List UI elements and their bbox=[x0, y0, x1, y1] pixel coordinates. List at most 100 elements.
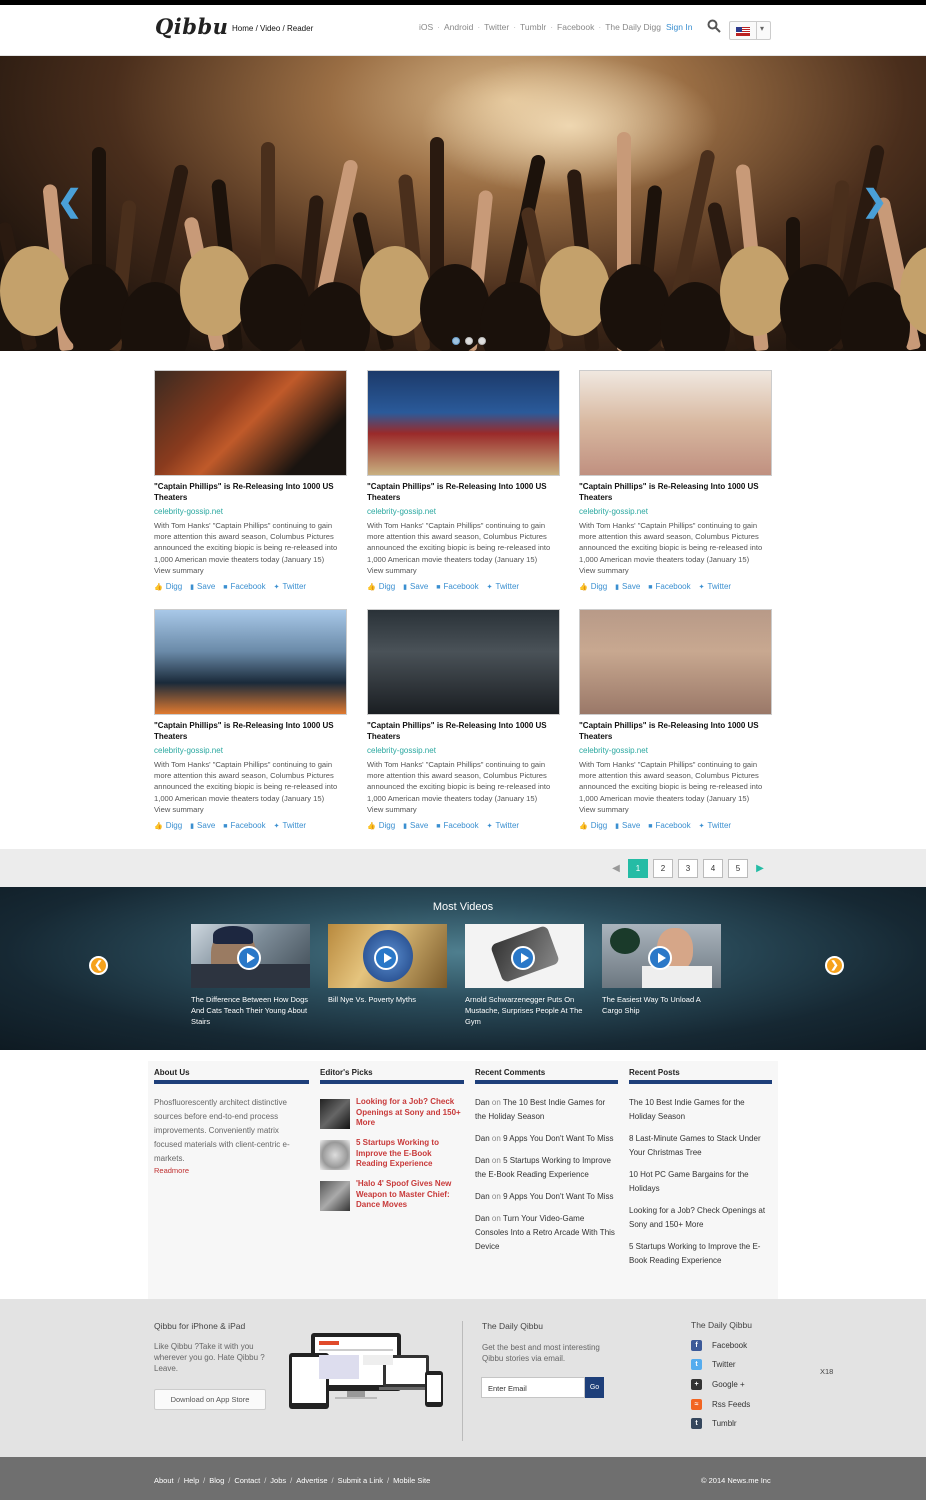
digg-button[interactable]: 👍 Digg bbox=[579, 582, 607, 591]
prev-page-icon[interactable]: ◀ bbox=[609, 863, 623, 874]
view-summary-link[interactable]: View summary bbox=[367, 804, 562, 815]
footer-link[interactable]: Submit a Link bbox=[338, 1476, 383, 1485]
social-tumblr[interactable]: t Tumblr bbox=[691, 1418, 737, 1429]
article-source[interactable]: celebrity-gossip.net bbox=[367, 505, 562, 518]
save-button[interactable]: ▮ Save bbox=[615, 821, 640, 830]
view-summary-link[interactable]: View summary bbox=[154, 565, 349, 576]
digg-button[interactable]: 👍 Digg bbox=[154, 582, 182, 591]
save-button[interactable]: ▮ Save bbox=[403, 821, 428, 830]
recent-post[interactable]: 8 Last-Minute Games to Stack Under Your … bbox=[629, 1132, 772, 1160]
facebook-share-button[interactable]: ■ Facebook bbox=[436, 582, 478, 591]
view-summary-link[interactable]: View summary bbox=[579, 565, 774, 576]
nav-tumblr[interactable]: Tumblr bbox=[520, 22, 546, 32]
comment-author[interactable]: Dan bbox=[475, 1192, 490, 1201]
language-selector[interactable]: ▾ bbox=[729, 21, 771, 40]
facebook-share-button[interactable]: ■ Facebook bbox=[648, 821, 690, 830]
nav-facebook[interactable]: Facebook bbox=[557, 22, 594, 32]
email-input[interactable]: Enter Email bbox=[481, 1377, 585, 1398]
page-button[interactable]: 5 bbox=[728, 859, 748, 878]
footer-link[interactable]: Jobs bbox=[270, 1476, 286, 1485]
social-google-plus[interactable]: + Google + bbox=[691, 1379, 745, 1390]
search-icon[interactable] bbox=[707, 19, 721, 33]
nav-android[interactable]: Android bbox=[444, 22, 473, 32]
save-button[interactable]: ▮ Save bbox=[190, 582, 215, 591]
sign-in-link[interactable]: Sign In bbox=[666, 22, 692, 32]
article-thumbnail[interactable] bbox=[367, 370, 560, 476]
save-button[interactable]: ▮ Save bbox=[190, 821, 215, 830]
comment-item[interactable]: Dan on 9 Apps You Don't Want To Miss bbox=[475, 1190, 618, 1204]
hero-slider[interactable] bbox=[0, 56, 926, 351]
article-thumbnail[interactable] bbox=[154, 609, 347, 715]
save-button[interactable]: ▮ Save bbox=[615, 582, 640, 591]
site-logo[interactable]: Qibbu bbox=[155, 14, 228, 39]
comment-author[interactable]: Dan bbox=[475, 1098, 490, 1107]
video-card[interactable]: Arnold Schwarzenegger Puts On Mustache, … bbox=[465, 924, 585, 1027]
article-source[interactable]: celebrity-gossip.net bbox=[579, 744, 774, 757]
footer-link[interactable]: About bbox=[154, 1476, 174, 1485]
facebook-share-button[interactable]: ■ Facebook bbox=[436, 821, 478, 830]
article-thumbnail[interactable] bbox=[579, 370, 772, 476]
article-source[interactable]: celebrity-gossip.net bbox=[579, 505, 774, 518]
digg-button[interactable]: 👍 Digg bbox=[154, 821, 182, 830]
nav-twitter[interactable]: Twitter bbox=[484, 22, 509, 32]
view-summary-link[interactable]: View summary bbox=[154, 804, 349, 815]
recent-post[interactable]: The 10 Best Indie Games for the Holiday … bbox=[629, 1096, 772, 1124]
slider-dot[interactable] bbox=[465, 337, 473, 345]
save-button[interactable]: ▮ Save bbox=[403, 582, 428, 591]
page-button[interactable]: 1 bbox=[628, 859, 648, 878]
twitter-share-button[interactable]: ✦ Twitter bbox=[699, 582, 731, 591]
pick-item[interactable]: 'Halo 4' Spoof Gives New Weapon to Maste… bbox=[320, 1179, 464, 1211]
comment-item[interactable]: Dan on 5 Startups Working to Improve the… bbox=[475, 1154, 618, 1182]
readmore-link[interactable]: Readmore bbox=[154, 1166, 309, 1175]
twitter-share-button[interactable]: ✦ Twitter bbox=[699, 821, 731, 830]
facebook-share-button[interactable]: ■ Facebook bbox=[648, 582, 690, 591]
pick-item[interactable]: 5 Startups Working to Improve the E-Book… bbox=[320, 1138, 464, 1170]
footer-link[interactable]: Advertise bbox=[296, 1476, 327, 1485]
slider-dot[interactable] bbox=[478, 337, 486, 345]
facebook-share-button[interactable]: ■ Facebook bbox=[223, 821, 265, 830]
app-store-button[interactable]: Download on App Store bbox=[154, 1389, 266, 1410]
page-button[interactable]: 4 bbox=[703, 859, 723, 878]
recent-post[interactable]: 10 Hot PC Game Bargains for the Holidays bbox=[629, 1168, 772, 1196]
go-button[interactable]: Go bbox=[585, 1377, 604, 1398]
article-title[interactable]: "Captain Phillips" is Re-Releasing Into … bbox=[367, 481, 562, 503]
digg-button[interactable]: 👍 Digg bbox=[579, 821, 607, 830]
nav-ios[interactable]: iOS bbox=[419, 22, 433, 32]
chevron-left-icon[interactable]: ❮ bbox=[89, 956, 108, 975]
page-button[interactable]: 2 bbox=[653, 859, 673, 878]
comment-author[interactable]: Dan bbox=[475, 1134, 490, 1143]
footer-link[interactable]: Help bbox=[184, 1476, 199, 1485]
comment-item[interactable]: Dan on Turn Your Video-Game Consoles Int… bbox=[475, 1212, 618, 1254]
twitter-share-button[interactable]: ✦ Twitter bbox=[487, 821, 519, 830]
video-card[interactable]: Bill Nye Vs. Poverty Myths bbox=[328, 924, 448, 1005]
chevron-right-icon[interactable]: ❯ bbox=[862, 184, 887, 219]
footer-link[interactable]: Mobile Site bbox=[393, 1476, 430, 1485]
article-source[interactable]: celebrity-gossip.net bbox=[367, 744, 562, 757]
article-source[interactable]: celebrity-gossip.net bbox=[154, 744, 349, 757]
footer-link[interactable]: Contact bbox=[234, 1476, 260, 1485]
article-title[interactable]: "Captain Phillips" is Re-Releasing Into … bbox=[154, 720, 349, 742]
comment-author[interactable]: Dan bbox=[475, 1156, 490, 1165]
chevron-left-icon[interactable]: ❮ bbox=[57, 184, 82, 219]
article-title[interactable]: "Captain Phillips" is Re-Releasing Into … bbox=[367, 720, 562, 742]
comment-item[interactable]: Dan on The 10 Best Indie Games for the H… bbox=[475, 1096, 618, 1124]
article-source[interactable]: celebrity-gossip.net bbox=[154, 505, 349, 518]
article-title[interactable]: "Captain Phillips" is Re-Releasing Into … bbox=[579, 720, 774, 742]
article-title[interactable]: "Captain Phillips" is Re-Releasing Into … bbox=[579, 481, 774, 503]
social-twitter[interactable]: t Twitter bbox=[691, 1359, 736, 1370]
view-summary-link[interactable]: View summary bbox=[367, 565, 562, 576]
recent-post[interactable]: 5 Startups Working to Improve the E-Book… bbox=[629, 1240, 772, 1268]
article-thumbnail[interactable] bbox=[154, 370, 347, 476]
next-page-icon[interactable]: ▶ bbox=[753, 863, 767, 874]
video-card[interactable]: The Difference Between How Dogs And Cats… bbox=[191, 924, 311, 1027]
social-rss[interactable]: ≈ Rss Feeds bbox=[691, 1399, 750, 1410]
page-button[interactable]: 3 bbox=[678, 859, 698, 878]
pick-item[interactable]: Looking for a Job? Check Openings at Son… bbox=[320, 1097, 464, 1129]
twitter-share-button[interactable]: ✦ Twitter bbox=[487, 582, 519, 591]
comment-item[interactable]: Dan on 9 Apps You Don't Want To Miss bbox=[475, 1132, 618, 1146]
slider-dot[interactable] bbox=[452, 337, 460, 345]
twitter-share-button[interactable]: ✦ Twitter bbox=[274, 821, 306, 830]
digg-button[interactable]: 👍 Digg bbox=[367, 821, 395, 830]
video-card[interactable]: The Easiest Way To Unload A Cargo Ship bbox=[602, 924, 722, 1016]
view-summary-link[interactable]: View summary bbox=[579, 804, 774, 815]
